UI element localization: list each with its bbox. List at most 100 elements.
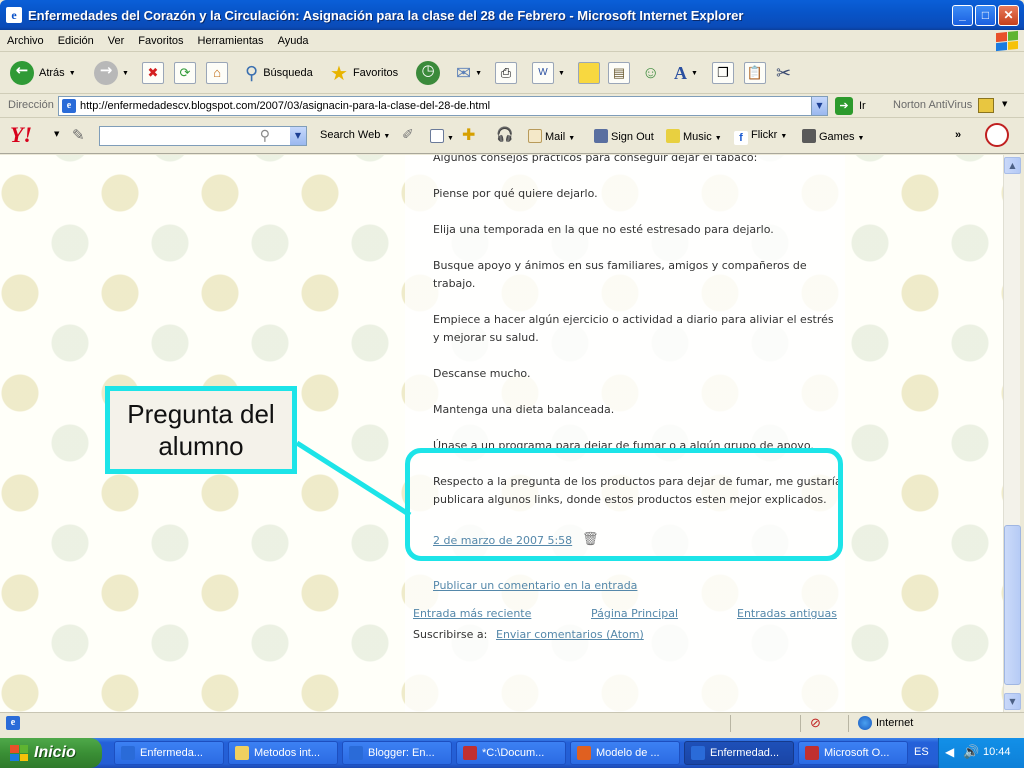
menu-ayuda[interactable]: Ayuda: [271, 35, 316, 47]
notes-button[interactable]: [578, 59, 600, 87]
chevron-down-icon[interactable]: ▼: [475, 70, 482, 77]
system-tray: ◀ 🔊 10:44: [938, 738, 1024, 768]
taskbar-item[interactable]: *C:\Docum...: [456, 741, 566, 765]
chevron-down-icon[interactable]: ▼: [69, 70, 76, 77]
scroll-thumb[interactable]: [1004, 525, 1021, 685]
menu-herramientas[interactable]: Herramientas: [191, 35, 271, 47]
antispy-icon[interactable]: ✚: [462, 125, 475, 145]
go-arrow-icon: ➔: [835, 97, 853, 115]
window-icon[interactable]: ▼: [430, 129, 454, 143]
mail-link[interactable]: Mail ▼: [528, 129, 575, 143]
music-link[interactable]: Music ▼: [666, 129, 722, 143]
back-button[interactable]: ← Atrás ▼: [10, 59, 76, 87]
pencil-icon[interactable]: ✎: [72, 126, 85, 144]
history-button[interactable]: ◷: [416, 59, 440, 87]
forward-button[interactable]: → ▼: [94, 59, 129, 87]
tray-expand-icon[interactable]: ◀: [945, 745, 954, 759]
yahoo-logo[interactable]: Y!: [10, 122, 32, 148]
windows-logo-icon: [10, 745, 28, 761]
popup-blocker-icon[interactable]: ⊘: [810, 715, 821, 731]
stop-icon: ✖: [142, 62, 164, 84]
go-button[interactable]: ➔ Ir: [835, 97, 866, 115]
volume-icon[interactable]: 🔊: [963, 744, 979, 760]
status-divider: [848, 715, 849, 732]
messenger-button[interactable]: ☺: [642, 59, 659, 87]
research-icon: ▤: [608, 62, 630, 84]
callout-line2: alumno: [158, 431, 244, 461]
taskbar-item[interactable]: Modelo de ...: [570, 741, 680, 765]
address-input[interactable]: e http://enfermedadescv.blogspot.com/200…: [58, 96, 828, 116]
address-label: Dirección: [8, 99, 54, 111]
edit-button[interactable]: W ▼: [532, 59, 565, 87]
start-button[interactable]: Inicio: [0, 738, 102, 768]
flickr-link[interactable]: f Flickr ▼: [734, 129, 787, 145]
chevron-down-icon[interactable]: ▼: [558, 70, 565, 77]
scissors-icon: ✂: [776, 62, 792, 83]
norton-label[interactable]: Norton AntiVirus: [893, 99, 972, 111]
page-status-icon: e: [6, 716, 20, 730]
research-button[interactable]: ▤: [608, 59, 630, 87]
language-indicator[interactable]: ES: [914, 746, 929, 758]
search-icon: ⚲: [245, 62, 259, 83]
status-divider: [800, 715, 801, 732]
headphones-icon[interactable]: 🎧: [496, 126, 513, 143]
address-url[interactable]: http://enfermedadescv.blogspot.com/2007/…: [80, 100, 490, 112]
menu-bar: Archivo Edición Ver Favoritos Herramient…: [0, 30, 1024, 52]
taskbar-item[interactable]: Microsoft O...: [798, 741, 908, 765]
scroll-down-button[interactable]: ▼: [1004, 693, 1021, 710]
taskbar-item-active[interactable]: Enfermedad...: [684, 741, 794, 765]
chevron-down-icon[interactable]: ▼: [691, 70, 698, 77]
yahoo-toolbar: Y! ▼ ✎ ⚲ ▼ Search Web ▼ ✐ ▼ ✚ 🎧 Mail ▼ S…: [0, 118, 1024, 154]
highlight-pen-icon[interactable]: ✐: [402, 126, 414, 143]
refresh-icon: ⟳: [174, 62, 196, 84]
refresh-button[interactable]: ⟳: [174, 59, 196, 87]
menu-edicion[interactable]: Edición: [51, 35, 101, 47]
vertical-scrollbar[interactable]: ▲ ▼: [1003, 155, 1021, 712]
more-chevron-icon[interactable]: »: [955, 129, 961, 141]
chevron-down-icon[interactable]: ▼: [1002, 100, 1007, 108]
clock[interactable]: 10:44: [983, 746, 1011, 758]
print-button[interactable]: ⎙: [495, 59, 517, 87]
sign-out-link[interactable]: Sign Out: [594, 129, 654, 143]
acrobat-icon[interactable]: [985, 123, 1009, 147]
note-icon: [578, 62, 600, 84]
menu-archivo[interactable]: Archivo: [0, 35, 51, 47]
yahoo-search-input[interactable]: ⚲ ▼: [99, 126, 307, 146]
paste-button[interactable]: 📋: [744, 59, 766, 87]
copy-button[interactable]: ❐: [712, 59, 734, 87]
search-button[interactable]: ⚲ Búsqueda: [245, 59, 313, 87]
mail-icon: ✉: [456, 62, 472, 83]
security-zone: Internet: [876, 717, 914, 729]
address-bar: Dirección e http://enfermedadescv.blogsp…: [0, 94, 1024, 118]
chevron-down-icon[interactable]: ▼: [290, 127, 306, 145]
search-web-button[interactable]: Search Web ▼: [320, 129, 390, 141]
callout-line1: Pregunta del: [127, 399, 275, 429]
stop-button[interactable]: ✖: [142, 59, 164, 87]
title-bar: e Enfermedades del Corazón y la Circulac…: [0, 0, 1024, 30]
favorites-button[interactable]: ★ Favoritos: [330, 59, 398, 87]
menu-ver[interactable]: Ver: [101, 35, 132, 47]
home-button[interactable]: ⌂: [206, 59, 228, 87]
taskbar: Inicio Enfermeda... Metodos int... Blogg…: [0, 738, 1024, 768]
taskbar-item[interactable]: Metodos int...: [228, 741, 338, 765]
font-button[interactable]: A ▼: [674, 59, 698, 87]
cut-button[interactable]: ✂: [776, 59, 791, 87]
close-button[interactable]: ✕: [998, 5, 1019, 26]
games-link[interactable]: Games ▼: [802, 129, 864, 143]
home-icon: ⌂: [206, 62, 228, 84]
word-icon: W: [532, 62, 554, 84]
scroll-up-button[interactable]: ▲: [1004, 157, 1021, 174]
taskbar-item[interactable]: Blogger: En...: [342, 741, 452, 765]
chevron-down-icon[interactable]: ▼: [811, 97, 827, 115]
chevron-down-icon[interactable]: ▼: [54, 130, 59, 138]
minimize-button[interactable]: _: [952, 5, 973, 26]
mail-button[interactable]: ✉ ▼: [456, 59, 482, 87]
menu-favoritos[interactable]: Favoritos: [131, 35, 190, 47]
chevron-down-icon[interactable]: ▼: [122, 70, 129, 77]
page-content: Algunos consejos prácticos para consegui…: [0, 155, 1003, 712]
maximize-button[interactable]: □: [975, 5, 996, 26]
norton-icon[interactable]: [978, 98, 994, 113]
taskbar-item[interactable]: Enfermeda...: [114, 741, 224, 765]
status-divider: [730, 715, 731, 732]
back-arrow-icon: ←: [10, 61, 34, 85]
